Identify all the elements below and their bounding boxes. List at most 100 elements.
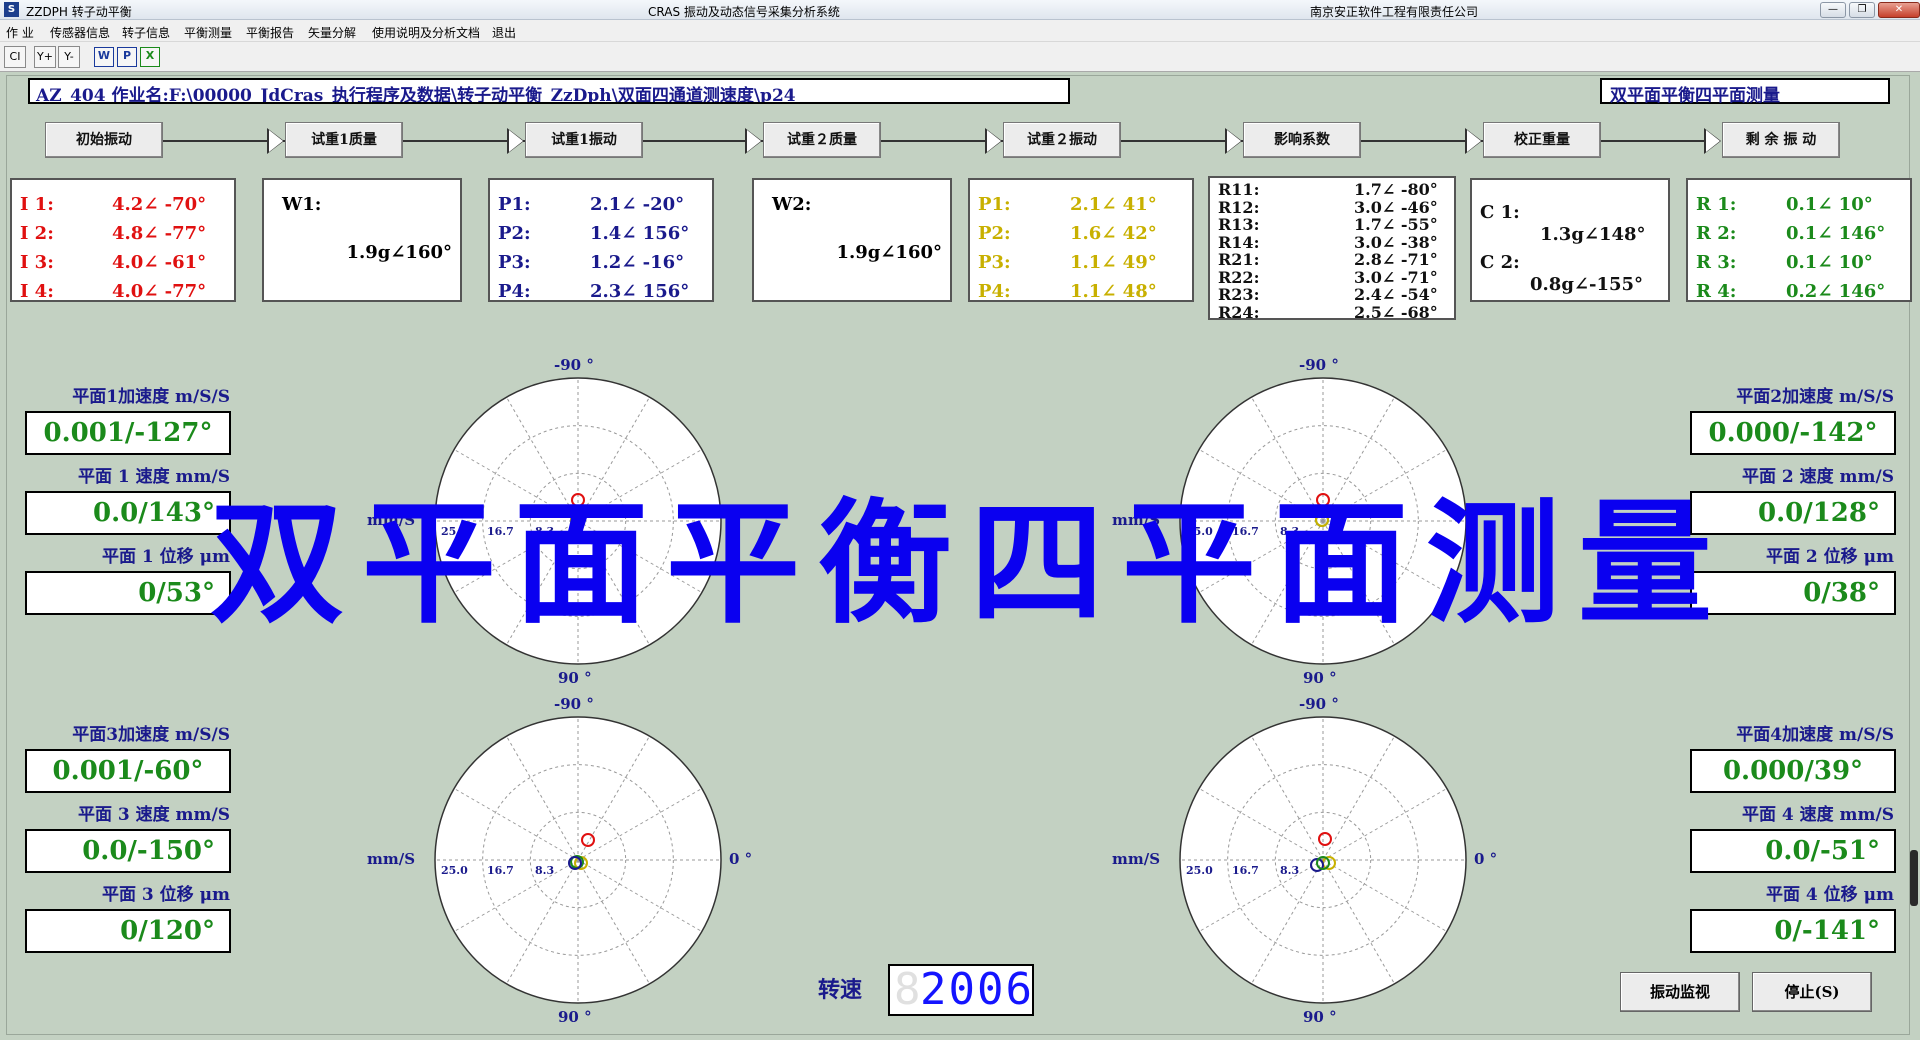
excel-icon[interactable]: X [140, 47, 160, 67]
plane-4-displacement-title: 平面 4 位移 μm [1765, 885, 1894, 905]
residual-row: R 1: 0.1∠ 10° [1696, 194, 1873, 215]
step-button-3[interactable]: 试重1振动 [525, 122, 643, 158]
restore-button[interactable]: ❐ [1849, 2, 1875, 18]
company-name: 南京安正软件工程有限责任公司 [1310, 5, 1479, 19]
correction-label: C 1: [1480, 202, 1520, 223]
residual-label: R 2: [1696, 223, 1737, 244]
mode-label: 双平面平衡四平面测量 [1600, 78, 1890, 106]
step-arrow-icon [985, 128, 1002, 154]
ppt-icon[interactable]: P [117, 47, 137, 67]
initial-label: I 4: [20, 281, 54, 302]
w2-label: W2: [772, 194, 812, 215]
step-button-4[interactable]: 试重２质量 [763, 122, 881, 158]
plane-3-velocity-value: 0.0/-150° [25, 829, 231, 873]
initial-label: I 1: [20, 194, 54, 215]
trial1-label: P1: [498, 194, 531, 215]
residual-value: 0.1∠ 10° [1786, 252, 1873, 273]
residual-value: 0.1∠ 146° [1786, 223, 1886, 244]
influence-row: R23: 2.4∠ -54° [1218, 285, 1438, 304]
ci-button[interactable]: CI [4, 46, 26, 68]
influence-value: 3.0∠ -71° [1354, 267, 1438, 287]
menu-sensor-info[interactable]: 传感器信息 [50, 24, 110, 41]
y-minus-button[interactable]: Y- [58, 46, 80, 68]
minimize-button[interactable]: — [1820, 2, 1846, 18]
step-button-7[interactable]: 校正重量 [1483, 122, 1601, 158]
step-arrow-icon [1704, 128, 1721, 154]
scrollbar-thumb[interactable] [1910, 850, 1918, 906]
menu-bar: 作 业 传感器信息 转子信息 平衡测量 平衡报告 矢量分解 使用说明及分析文档 … [0, 20, 1920, 42]
w1-value: 1.9g∠160° [346, 242, 452, 263]
word-icon[interactable]: W [94, 47, 114, 67]
menu-exit[interactable]: 退出 [492, 24, 516, 41]
plane-1-acceleration-title: 平面1加速度 m/S/S [72, 387, 230, 407]
trial1-label: P4: [498, 281, 531, 302]
trial2-label: P4: [978, 281, 1011, 302]
polar-bottom-label: 90 ° [1303, 1008, 1337, 1026]
initial-value: 4.0∠ -77° [112, 281, 207, 302]
plane-4-displacement-value: 0/-141° [1690, 909, 1896, 953]
title-bar: S ZZDPH 转子动平衡 CRAS 振动及动态信号采集分析系统 南京安正软件工… [0, 0, 1920, 20]
menu-vector-decompose[interactable]: 矢量分解 [308, 24, 356, 41]
trial2-value: 1.1∠ 48° [1070, 281, 1157, 302]
step-arrow-icon [267, 128, 284, 154]
trial1-value: 1.2∠ -16° [590, 252, 685, 273]
plane-3-acceleration-title: 平面3加速度 m/S/S [72, 725, 230, 745]
step-button-5[interactable]: 试重２振动 [1003, 122, 1121, 158]
polar-top-label: -90 ° [1299, 695, 1339, 713]
influence-row: R11: 1.7∠ -80° [1218, 180, 1438, 199]
trial1-vibration-box: P1: 2.1∠ -20° P2: 1.4∠ 156° P3: 1.2∠ -16° P4: 2… [488, 178, 714, 302]
influence-row: R13: 1.7∠ -55° [1218, 215, 1438, 234]
correction-value: 1.3g∠148° [1540, 224, 1646, 245]
correction-row: C 1: 1.3g∠148° [1480, 202, 1646, 245]
polar-plot-3 [434, 716, 722, 1004]
trial1-label: P3: [498, 252, 531, 273]
polar-ring-label: 16.7 [1232, 864, 1259, 877]
menu-job[interactable]: 作 业 [6, 24, 34, 41]
speed-display: 8 2006 [888, 964, 1034, 1016]
trial2-row: P1: 2.1∠ 41° [978, 194, 1157, 215]
polar-unit-label: mm/S [367, 850, 416, 868]
y-plus-button[interactable]: Y+ [34, 46, 56, 68]
influence-label: R14: [1218, 232, 1260, 252]
influence-value: 3.0∠ -38° [1354, 232, 1438, 252]
correction-weight-box: C 1: 1.3g∠148° C 2: 0.8g∠-155° [1470, 178, 1670, 302]
step-button-1[interactable]: 初始振动 [45, 122, 163, 158]
vibration-monitor-button[interactable]: 振动监视 [1620, 972, 1740, 1012]
menu-balance-measure[interactable]: 平衡测量 [184, 24, 232, 41]
influence-value: 2.4∠ -54° [1354, 285, 1438, 304]
correction-value: 0.8g∠-155° [1530, 274, 1644, 295]
plane-3-velocity-title: 平面 3 速度 mm/S [77, 805, 230, 825]
polar-plot-4 [1179, 716, 1467, 1004]
step-arrow-icon [1465, 128, 1482, 154]
residual-label: R 4: [1696, 281, 1737, 302]
polar-right-label: 0 ° [729, 850, 753, 868]
close-button[interactable]: ✕ [1878, 2, 1920, 18]
menu-docs[interactable]: 使用说明及分析文档 [372, 24, 480, 41]
trial2-label: P2: [978, 223, 1011, 244]
plane-4-acceleration-value: 0.000/39° [1690, 749, 1896, 793]
step-button-8[interactable]: 剩 余 振 动 [1722, 122, 1840, 158]
plane-4-velocity-value: 0.0/-51° [1690, 829, 1896, 873]
stop-button[interactable]: 停止(S) [1752, 972, 1872, 1012]
trial1-value: 2.1∠ -20° [590, 194, 685, 215]
trial1-label: P2: [498, 223, 531, 244]
step-button-2[interactable]: 试重1质量 [285, 122, 403, 158]
speed-ghost-digit: 8 [894, 964, 921, 1015]
influence-row: R24: 2.5∠ -68° [1218, 303, 1438, 322]
menu-balance-report[interactable]: 平衡报告 [246, 24, 294, 41]
residual-value: 0.1∠ 10° [1786, 194, 1873, 215]
step-arrow-icon [745, 128, 762, 154]
speed-value: 2006 [920, 964, 1034, 1015]
trial1-mass-box: W1: 1.9g∠160° [262, 178, 462, 302]
polar-ring-label: 8.3 [535, 864, 555, 877]
plane-2-acceleration-value: 0.000/-142° [1690, 411, 1896, 455]
menu-rotor-info[interactable]: 转子信息 [122, 24, 170, 41]
influence-value: 2.8∠ -71° [1354, 250, 1438, 269]
polar-bottom-label: 90 ° [1303, 669, 1337, 687]
initial-row: I 1: 4.2∠ -70° [20, 194, 206, 215]
influence-label: R21: [1218, 250, 1260, 269]
initial-row: I 3: 4.0∠ -61° [20, 252, 206, 273]
step-button-6[interactable]: 影响系数 [1243, 122, 1361, 158]
influence-value: 1.7∠ -80° [1354, 180, 1438, 199]
influence-value: 3.0∠ -46° [1354, 197, 1438, 217]
